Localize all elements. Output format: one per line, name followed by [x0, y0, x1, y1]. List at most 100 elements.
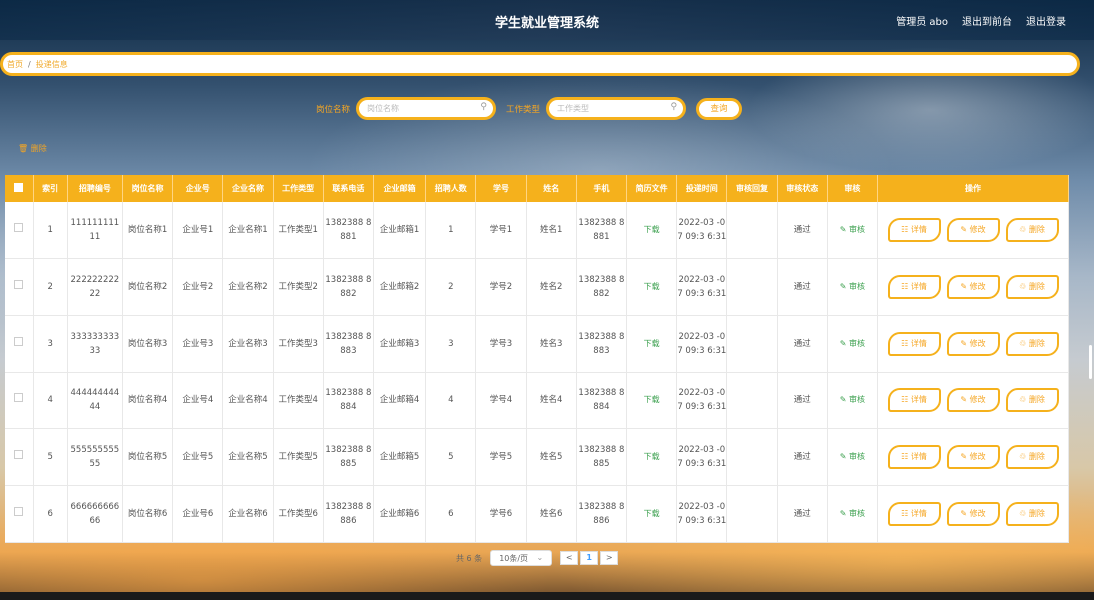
- action-label: 删除: [1028, 395, 1045, 405]
- delete-button[interactable]: ♲ 删除: [1005, 445, 1059, 470]
- cell-phone: 1382388 8885: [323, 428, 374, 486]
- row-checkbox[interactable]: [5, 485, 34, 543]
- cell-student-no: 学号2: [475, 258, 527, 316]
- detail-button[interactable]: ☷ 详情: [887, 445, 941, 470]
- job-type-label: 工作类型: [506, 104, 541, 115]
- prev-page-button[interactable]: <: [560, 551, 579, 565]
- cell-text: 企业邮箱1: [379, 225, 420, 236]
- cell-name: 姓名1: [526, 202, 577, 260]
- cell-reply: [726, 428, 778, 486]
- pagination: 共 6 条 10条/页 ⌄ < 1 >: [456, 550, 619, 566]
- cell-phone: 1382388 8882: [323, 258, 374, 316]
- cell-company: 企业名称4: [222, 372, 274, 430]
- cell-text: 企业号3: [182, 338, 214, 349]
- cell-review[interactable]: ✎ 审核: [827, 428, 879, 486]
- cell-review[interactable]: ✎ 审核: [827, 315, 879, 373]
- scrollbar-handle[interactable]: [1089, 345, 1092, 379]
- cell-review[interactable]: ✎ 审核: [827, 258, 879, 316]
- cell-text: 企业号5: [182, 452, 214, 463]
- cell-resume[interactable]: 下载: [626, 372, 678, 430]
- cell-text: 岗位名称4: [127, 395, 168, 406]
- edit-button[interactable]: ✎ 修改: [946, 445, 1000, 470]
- cell-review[interactable]: ✎ 审核: [827, 485, 879, 543]
- cell-text: 企业邮箱5: [379, 452, 420, 463]
- edit-button[interactable]: ✎ 修改: [946, 501, 1000, 526]
- breadcrumb-home[interactable]: 首页: [7, 60, 23, 69]
- edit-button[interactable]: ✎ 修改: [946, 275, 1000, 300]
- batch-delete-button[interactable]: 🗑 删除: [18, 143, 47, 154]
- cell-resume[interactable]: 下载: [626, 202, 678, 260]
- cell-review[interactable]: ✎ 审核: [827, 202, 879, 260]
- search-icon: ⚲: [670, 102, 678, 112]
- next-page-button[interactable]: >: [600, 551, 619, 565]
- detail-button[interactable]: ☷ 详情: [887, 275, 941, 300]
- detail-button[interactable]: ☷ 详情: [887, 501, 941, 526]
- cell-text: 1382388 8884: [578, 388, 625, 413]
- cell-text: 下载: [643, 225, 660, 235]
- table-row: 5 555555555 55 岗位名称5 企业号5 企业名称5 工作类型5 1382388 …: [5, 428, 1069, 486]
- cell-company-no: 企业号6: [172, 485, 224, 543]
- position-name-input[interactable]: 岗位名称 ⚲: [356, 97, 497, 120]
- cell-resume[interactable]: 下载: [626, 428, 678, 486]
- row-checkbox[interactable]: [5, 202, 34, 260]
- cell-resume[interactable]: 下载: [626, 315, 678, 373]
- position-name-placeholder: 岗位名称: [367, 104, 400, 113]
- cell-position: 岗位名称4: [122, 372, 174, 430]
- cell-text: 岗位名称3: [127, 338, 168, 349]
- cell-text: 下载: [643, 338, 660, 348]
- select-all-checkbox[interactable]: [5, 175, 34, 202]
- action-label: 删除: [1028, 452, 1045, 462]
- cell-reply: [726, 202, 778, 260]
- table-row: 3 333333333 33 岗位名称3 企业号3 企业名称3 工作类型3 1382388 …: [5, 315, 1069, 373]
- cell-company-no: 企业号2: [172, 258, 224, 316]
- cell-text: 企业号6: [182, 508, 214, 519]
- delete-button[interactable]: ♲ 删除: [1005, 388, 1059, 413]
- cell-phone: 1382388 8884: [323, 372, 374, 430]
- cell-reply: [726, 485, 778, 543]
- exit-to-front-link[interactable]: 退出到前台: [962, 13, 1012, 28]
- edit-button[interactable]: ✎ 修改: [946, 388, 1000, 413]
- cell-count: 5: [425, 428, 477, 486]
- edit-button[interactable]: ✎ 修改: [946, 218, 1000, 243]
- column-header: 审核状态: [777, 175, 828, 202]
- detail-button[interactable]: ☷ 详情: [887, 331, 941, 356]
- page-size-select[interactable]: 10条/页 ⌄: [490, 550, 553, 566]
- page-number-current[interactable]: 1: [580, 551, 599, 565]
- delete-button[interactable]: ♲ 删除: [1005, 331, 1059, 356]
- detail-button[interactable]: ☷ 详情: [887, 388, 941, 413]
- cell-time: 2022-03 -07 09:3 6:31: [676, 202, 728, 260]
- cell-text: 5: [47, 452, 53, 463]
- row-checkbox[interactable]: [5, 428, 34, 486]
- cell-text: 4: [448, 395, 454, 406]
- logout-link[interactable]: 退出登录: [1026, 13, 1066, 28]
- row-checkbox[interactable]: [5, 258, 34, 316]
- trash-icon: ♲: [1019, 282, 1029, 292]
- edit-button[interactable]: ✎ 修改: [946, 331, 1000, 356]
- cell-text: 姓名1: [540, 225, 563, 236]
- row-checkbox[interactable]: [5, 372, 34, 430]
- cell-text: 555555555 55: [70, 445, 120, 470]
- cell-text: 444444444 44: [70, 388, 120, 413]
- action-label: 删除: [1028, 508, 1045, 518]
- job-type-input[interactable]: 工作类型 ⚲: [546, 97, 687, 120]
- delete-button[interactable]: ♲ 删除: [1005, 275, 1059, 300]
- cell-text: 1: [448, 225, 454, 236]
- cell-text: 2: [47, 282, 53, 293]
- cell-resume[interactable]: 下载: [626, 485, 678, 543]
- delete-button[interactable]: ♲ 删除: [1005, 501, 1059, 526]
- cell-text: 2022-03 -07 09:3 6:31: [677, 501, 727, 526]
- document-icon: ☷: [901, 395, 911, 405]
- cell-text: 企业号1: [182, 225, 214, 236]
- query-button[interactable]: 查询: [696, 97, 743, 120]
- cell-text: 1382388 8886: [578, 501, 625, 526]
- cell-company-no: 企业号3: [172, 315, 224, 373]
- cell-name: 姓名2: [526, 258, 577, 316]
- position-name-label: 岗位名称: [316, 104, 351, 115]
- cell-resume[interactable]: 下载: [626, 258, 678, 316]
- cell-company-no: 企业号5: [172, 428, 224, 486]
- delete-button[interactable]: ♲ 删除: [1005, 218, 1059, 243]
- trash-icon: ♲: [1019, 508, 1029, 518]
- cell-review[interactable]: ✎ 审核: [827, 372, 879, 430]
- row-checkbox[interactable]: [5, 315, 34, 373]
- detail-button[interactable]: ☷ 详情: [887, 218, 941, 243]
